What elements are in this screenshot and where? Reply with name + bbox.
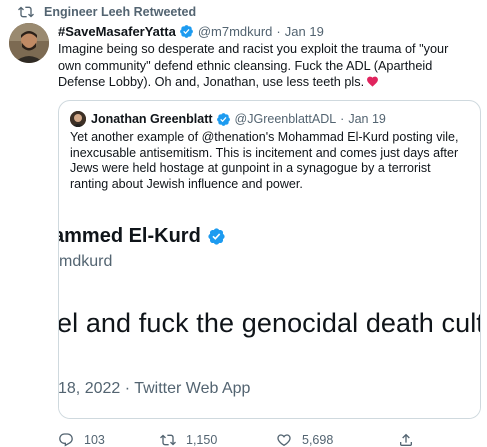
red-heart-emoji-icon xyxy=(366,75,379,87)
like-button[interactable]: 5,698 xyxy=(276,432,333,447)
quoted-timestamp: Jan 19 xyxy=(348,112,386,126)
verified-badge-icon xyxy=(179,24,194,39)
embedded-screenshot-image[interactable]: ammed El-Kurd mdkurd el and fuck the gen… xyxy=(59,218,481,418)
embedded-date: 18, 2022 · Twitter Web App xyxy=(59,380,251,397)
display-name[interactable]: #SaveMasaferYatta xyxy=(58,24,176,39)
separator-dot: · xyxy=(276,23,281,39)
retweet-count: 1,150 xyxy=(186,433,218,447)
quoted-separator-dot: · xyxy=(340,112,345,126)
quoted-avatar xyxy=(70,111,86,127)
reply-icon xyxy=(59,433,73,447)
share-icon xyxy=(400,433,412,446)
quoted-tweet-text: Yet another example of @thenation's Moha… xyxy=(70,130,459,192)
quoted-tweet-header: Jonathan Greenblatt @JGreenblattADL · Ja… xyxy=(70,110,386,128)
tweet-actions: 103 1,150 5,698 xyxy=(58,432,478,447)
tweet-text-content: Imagine being so desperate and racist yo… xyxy=(58,42,449,89)
embedded-handle: mdkurd xyxy=(59,253,113,270)
tweet: #SaveMasaferYatta @m7mdkurd · Jan 19 Ima… xyxy=(58,22,478,91)
retweet-action-icon xyxy=(160,434,176,446)
handle[interactable]: @m7mdkurd xyxy=(198,24,273,39)
embedded-verified-badge-icon xyxy=(207,227,226,246)
quoted-display-name: Jonathan Greenblatt xyxy=(91,112,213,126)
quoted-handle: @JGreenblattADL xyxy=(234,112,337,126)
retweet-icon xyxy=(18,4,34,20)
embedded-name-text: ammed El-Kurd xyxy=(59,225,201,247)
timestamp[interactable]: Jan 19 xyxy=(285,24,324,39)
embedded-name: ammed El-Kurd xyxy=(59,225,226,248)
reply-count: 103 xyxy=(84,433,105,447)
share-button[interactable] xyxy=(398,432,414,447)
tweet-header: #SaveMasaferYatta @m7mdkurd · Jan 19 xyxy=(58,22,478,40)
quoted-tweet-card[interactable]: Jonathan Greenblatt @JGreenblattADL · Ja… xyxy=(58,100,481,419)
tweet-text: Imagine being so desperate and racist yo… xyxy=(58,41,468,91)
like-count: 5,698 xyxy=(302,433,334,447)
retweet-context-label[interactable]: Engineer Leeh Retweeted xyxy=(44,5,196,19)
reply-button[interactable]: 103 xyxy=(58,432,105,447)
retweet-context: Engineer Leeh Retweeted xyxy=(18,4,196,20)
quoted-verified-badge-icon xyxy=(216,112,231,127)
embedded-tweet-text: el and fuck the genocidal death cult t xyxy=(59,308,481,338)
heart-outline-icon xyxy=(277,434,291,447)
retweet-button[interactable]: 1,150 xyxy=(160,432,217,447)
avatar[interactable] xyxy=(9,23,49,63)
